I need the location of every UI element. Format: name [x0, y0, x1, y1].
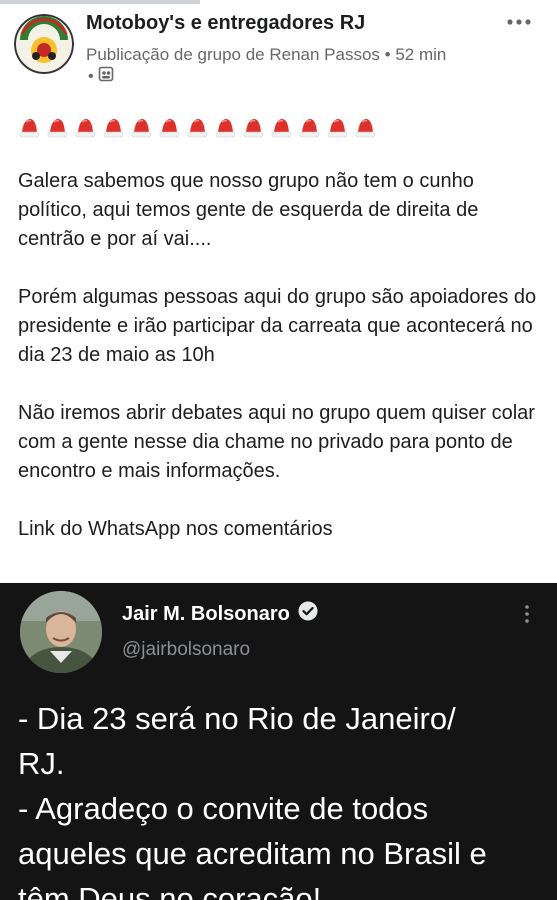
post-meta-audience: • — [88, 66, 114, 87]
group-avatar[interactable] — [14, 14, 74, 74]
tweet-line-2: RJ. — [18, 746, 65, 781]
meta-separator: • — [88, 67, 94, 85]
post-paragraph-3: Não iremos abrir debates aqui no grupo q… — [18, 402, 535, 482]
christmas-hat-icon — [46, 116, 69, 138]
christmas-hat-icon — [242, 116, 265, 138]
christmas-hat-icon — [74, 116, 97, 138]
more-vertical-icon[interactable] — [517, 599, 537, 629]
tweet-line-1: - Dia 23 será no Rio de Janeiro/ — [18, 701, 456, 736]
christmas-hat-icon — [158, 116, 181, 138]
tweet-line-5: têm Deus no coração! — [18, 881, 322, 900]
tweet-author-name: Jair M. Bolsonaro — [122, 602, 290, 625]
christmas-hat-icon — [186, 116, 209, 138]
post-paragraph-2: Porém algumas pessoas aqui do grupo são … — [18, 286, 537, 366]
christmas-hat-icon — [354, 116, 377, 138]
post-paragraph-1: Galera sabemos que nosso grupo não tem o… — [18, 170, 479, 250]
tweet-line-4: aqueles que acreditam no Brasil e — [18, 836, 487, 871]
christmas-hat-icon — [18, 116, 41, 138]
tweet-text: - Dia 23 será no Rio de Janeiro/ RJ. - A… — [18, 696, 548, 900]
post-header: Motoboy's e entregadores RJ Publicação d… — [0, 0, 557, 100]
post-body: Galera sabemos que nosso grupo não tem o… — [18, 110, 548, 544]
post-meta: Publicação de grupo de Renan Passos • 52… — [86, 45, 447, 64]
hat-emoji-row — [18, 110, 548, 138]
christmas-hat-icon — [214, 116, 237, 138]
members-icon — [98, 66, 114, 87]
verified-badge-icon — [298, 601, 318, 627]
more-horizontal-icon[interactable] — [504, 10, 534, 34]
tweet-line-3: - Agradeço o convite de todos — [18, 791, 429, 826]
christmas-hat-icon — [326, 116, 349, 138]
tweet-author[interactable]: Jair M. Bolsonaro — [122, 601, 318, 627]
christmas-hat-icon — [298, 116, 321, 138]
embedded-tweet-image[interactable]: Jair M. Bolsonaro @jairbolsonaro - Dia 2… — [0, 583, 557, 900]
christmas-hat-icon — [102, 116, 125, 138]
tweet-handle: @jairbolsonaro — [122, 639, 251, 660]
group-name[interactable]: Motoboy's e entregadores RJ — [86, 12, 365, 35]
post-paragraph-4: Link do WhatsApp nos comentários — [18, 518, 333, 540]
christmas-hat-icon — [130, 116, 153, 138]
tweet-avatar — [20, 591, 102, 673]
christmas-hat-icon — [270, 116, 293, 138]
